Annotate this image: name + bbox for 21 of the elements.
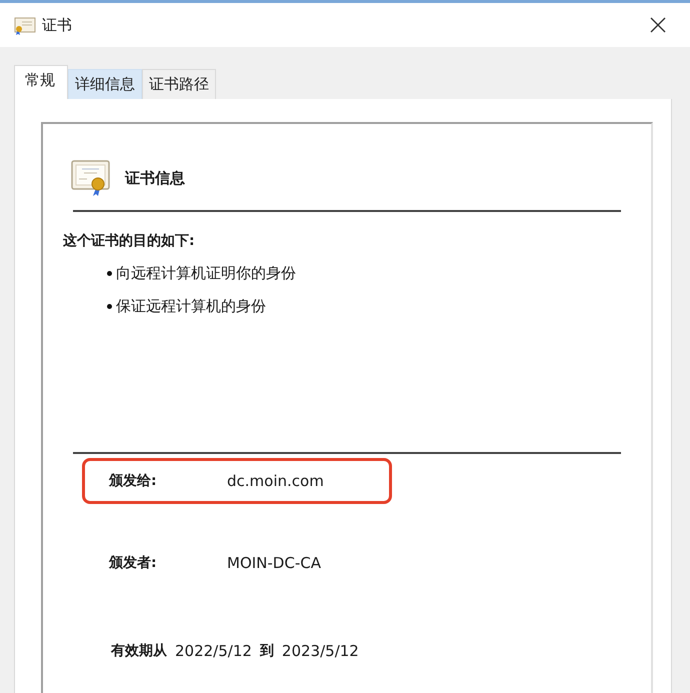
certificate-icon [71, 158, 111, 198]
purpose-item: 保证远程计算机的身份 [116, 297, 266, 316]
tab[interactable]: 常规 [14, 65, 68, 99]
certificate-icon [14, 16, 36, 36]
section-heading: 证书信息 [125, 168, 185, 188]
validity-separator: 到 [260, 642, 274, 660]
window-title: 证书 [42, 16, 72, 34]
purpose-title: 这个证书的目的如下: [63, 232, 196, 250]
valid-to-date: 2023/5/12 [282, 642, 359, 660]
bullet-icon [107, 304, 112, 309]
purpose-item: 向远程计算机证明你的身份 [116, 264, 296, 283]
valid-from-date: 2022/5/12 [175, 642, 252, 660]
field-value: dc.moin.com [227, 472, 324, 490]
field-label: 颁发给: [109, 472, 158, 490]
field-label: 颁发者: [109, 554, 158, 572]
field-value: MOIN-DC-CA [227, 554, 321, 572]
bullet-icon [107, 271, 112, 276]
tab[interactable]: 详细信息 [68, 69, 142, 99]
validity-label: 有效期从 [111, 642, 167, 660]
tab[interactable]: 证书路径 [142, 69, 216, 99]
close-icon[interactable] [650, 17, 666, 33]
